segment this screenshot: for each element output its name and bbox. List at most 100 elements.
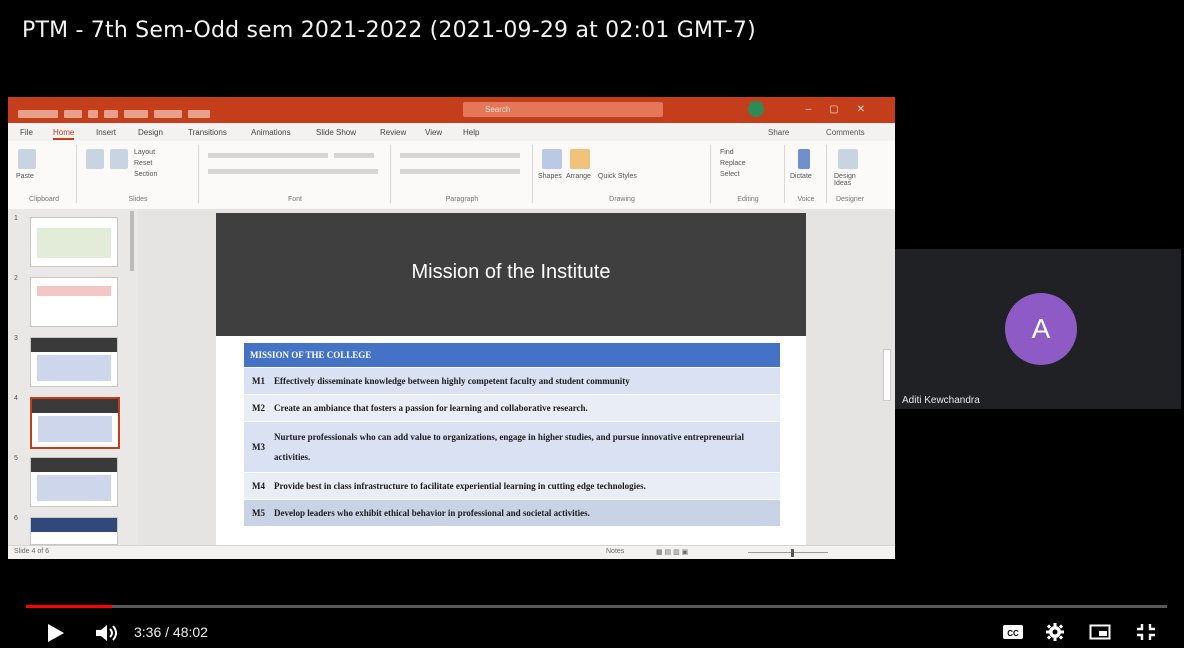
tab-help[interactable]: Help <box>463 128 479 137</box>
table-row: M2 Create an ambiance that fosters a pas… <box>244 394 780 421</box>
arrange-icon[interactable] <box>570 149 590 169</box>
time-display: 3:36 / 48:02 <box>134 624 208 640</box>
mission-text: Develop leaders who exhibit ethical beha… <box>274 508 590 518</box>
slide-counter: Slide 4 of 6 <box>14 548 50 555</box>
section-button[interactable]: Section <box>134 171 157 178</box>
ribbon-group-voice: Dictate Voice <box>786 145 827 203</box>
reset-button[interactable]: Reset <box>134 160 152 167</box>
window-controls[interactable]: –▢✕ <box>806 104 883 115</box>
new-slide-icon[interactable] <box>86 149 104 169</box>
tab-insert[interactable]: Insert <box>96 128 116 137</box>
video-progress-bar[interactable] <box>26 605 1167 608</box>
tab-design[interactable]: Design <box>138 128 163 137</box>
font-size-dropdown[interactable] <box>334 153 374 158</box>
paste-icon[interactable] <box>18 149 36 169</box>
exit-fullscreen-icon[interactable] <box>1135 622 1157 642</box>
tab-home[interactable]: Home <box>53 128 75 140</box>
slide-canvas: Mission of the Institute MISSION OF THE … <box>138 209 895 545</box>
thumbnail-number: 4 <box>14 395 18 402</box>
ppt-menu-tabs: File Home Insert Design Transitions Anim… <box>8 123 895 141</box>
mission-code: M2 <box>252 403 265 413</box>
slide-thumbnail-4[interactable] <box>30 397 120 449</box>
ribbon-group-label: Designer <box>835 196 864 203</box>
slide-header: Mission of the Institute <box>216 213 806 336</box>
arrange-button[interactable]: Arrange <box>566 173 591 180</box>
captions-icon[interactable]: CC <box>1002 622 1024 642</box>
progress-played <box>26 605 112 608</box>
thumbnail-number: 5 <box>14 455 18 462</box>
design-ideas-icon[interactable] <box>838 149 858 169</box>
quick-styles-button[interactable]: Quick Styles <box>598 173 637 180</box>
table-row: M3 Nurture professionals who can add val… <box>244 421 780 472</box>
ppt-titlebar: Search –▢✕ <box>8 97 895 123</box>
mission-text: Effectively disseminate knowledge betwee… <box>274 376 630 386</box>
mission-table-header: MISSION OF THE COLLEGE <box>244 343 780 367</box>
mission-text: Provide best in class infrastructure to … <box>274 481 646 491</box>
mission-code: M1 <box>252 376 265 386</box>
layout-button[interactable]: Layout <box>134 149 155 156</box>
slide-thumbnail-1[interactable] <box>30 217 118 267</box>
shared-screen-powerpoint: Search –▢✕ File Home Insert Design Trans… <box>8 97 895 559</box>
participant-avatar: A <box>1005 293 1077 365</box>
play-icon[interactable] <box>48 624 64 642</box>
tab-slide-show[interactable]: Slide Show <box>316 128 356 137</box>
thumbnail-number: 6 <box>14 515 18 522</box>
video-title: PTM - 7th Sem-Odd sem 2021-2022 (2021-09… <box>22 18 756 43</box>
slide-thumbnail-6[interactable] <box>30 517 118 545</box>
ribbon-group-designer: Design Ideas Designer <box>828 145 872 203</box>
slide-thumbnail-3[interactable] <box>30 337 118 387</box>
mission-code: M4 <box>252 481 265 491</box>
table-row: M5 Develop leaders who exhibit ethical b… <box>244 499 780 526</box>
mission-text: Nurture professionals who can add value … <box>274 432 744 462</box>
table-row: M4 Provide best in class infrastructure … <box>244 472 780 499</box>
font-format-buttons[interactable] <box>208 169 378 174</box>
tab-animations[interactable]: Animations <box>251 128 291 137</box>
find-button[interactable]: Find <box>720 149 734 156</box>
reuse-slides-icon[interactable] <box>110 149 128 169</box>
slide-thumbnail-5[interactable] <box>30 457 118 507</box>
zoom-slider[interactable] <box>748 552 828 553</box>
shapes-icon[interactable] <box>542 149 562 169</box>
paragraph-list-buttons[interactable] <box>400 153 520 158</box>
ribbon-group-label: Voice <box>797 196 815 203</box>
dictate-button[interactable]: Dictate <box>790 173 812 180</box>
design-ideas-button[interactable]: Design Ideas <box>834 173 872 187</box>
paragraph-align-buttons[interactable] <box>400 169 520 174</box>
table-row: M1 Effectively disseminate knowledge bet… <box>244 367 780 394</box>
notes-button[interactable]: Notes <box>606 548 624 555</box>
slide-title: Mission of the Institute <box>411 261 611 283</box>
mission-table: MISSION OF THE COLLEGE M1 Effectively di… <box>244 343 780 526</box>
zoom-slider-handle[interactable] <box>791 549 794 557</box>
ribbon-group-label: Drawing <box>609 196 635 203</box>
tab-file[interactable]: File <box>20 128 33 137</box>
share-button[interactable]: Share <box>768 128 789 137</box>
paste-button[interactable]: Paste <box>16 173 34 180</box>
user-avatar[interactable] <box>748 101 764 117</box>
ribbon-group-label: Editing <box>737 196 759 203</box>
current-slide: Mission of the Institute MISSION OF THE … <box>216 213 806 545</box>
font-name-dropdown[interactable] <box>208 153 328 158</box>
select-button[interactable]: Select <box>720 171 739 178</box>
comments-button[interactable]: Comments <box>826 128 865 137</box>
tab-view[interactable]: View <box>425 128 442 137</box>
tab-review[interactable]: Review <box>380 128 406 137</box>
ribbon-group-label: Font <box>287 196 302 203</box>
slide-thumbnail-2[interactable] <box>30 277 118 327</box>
microphone-icon[interactable] <box>798 149 810 169</box>
tab-transitions[interactable]: Transitions <box>188 128 227 137</box>
volume-icon[interactable] <box>94 623 120 643</box>
thumbnails-scrollbar[interactable] <box>130 211 134 271</box>
ppt-search-box[interactable]: Search <box>463 102 663 117</box>
shapes-button[interactable]: Shapes <box>538 173 562 180</box>
ppt-ribbon: Paste Clipboard Layout Reset Section Sli… <box>8 141 895 210</box>
miniplayer-icon[interactable] <box>1089 622 1111 642</box>
settings-gear-icon[interactable] <box>1044 622 1066 642</box>
thumbnail-number: 3 <box>14 335 18 342</box>
ribbon-group-label: Slides <box>128 196 148 203</box>
view-buttons[interactable]: ▦ ▤ ▥ ▣ <box>656 548 688 556</box>
thumbnail-number: 2 <box>14 275 18 282</box>
canvas-scrollbar[interactable] <box>883 349 891 401</box>
replace-button[interactable]: Replace <box>720 160 746 167</box>
mission-code: M3 <box>252 442 265 452</box>
quick-access-toolbar[interactable] <box>18 105 218 118</box>
